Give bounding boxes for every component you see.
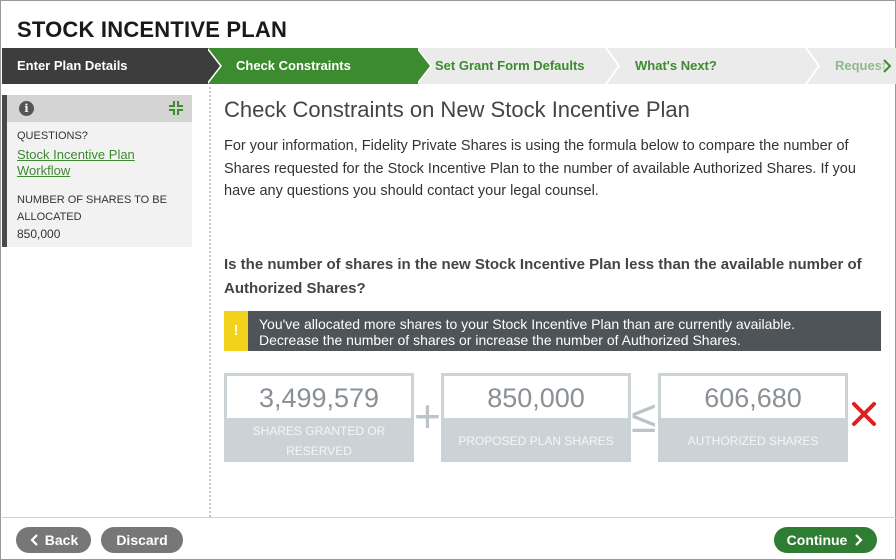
workflow-link[interactable]: Stock Incentive Plan Workflow [17, 147, 177, 179]
step-whats-next[interactable]: What's Next? [635, 48, 717, 84]
authorized-shares-label: AUTHORIZED SHARES [687, 434, 819, 448]
step-separator [206, 48, 220, 84]
discard-button[interactable]: Discard [101, 527, 183, 553]
back-label: Back [44, 532, 79, 548]
step-label: Check Constraints [236, 58, 351, 73]
chevron-right-icon [855, 534, 863, 546]
granted-shares-label: SHARES GRANTED OR RESERVED [252, 424, 386, 458]
help-sidebar: i QUESTIONS? Stock Incentive Plan Workfl… [2, 95, 192, 247]
step-label: What's Next? [635, 58, 717, 73]
shares-to-allocate-label: NUMBER OF SHARES TO BE ALLOCATED [17, 194, 167, 223]
step-enter-plan-details[interactable]: Enter Plan Details [2, 48, 214, 84]
proposed-shares-value: 850,000 [444, 376, 628, 418]
authorized-shares-value: 606,680 [661, 376, 845, 418]
authorized-shares-box: 606,680 AUTHORIZED SHARES [658, 373, 848, 462]
wizard-stepper: Enter Plan Details Check Constraints Set… [2, 48, 896, 84]
step-separator [805, 48, 821, 84]
warning-message: You've allocated more shares to your Sto… [259, 316, 795, 348]
sidebar-header: i [7, 95, 192, 122]
plus-operator: + [414, 390, 441, 442]
back-button[interactable]: Back [16, 527, 91, 553]
questions-label: QUESTIONS? [17, 130, 88, 142]
app-frame: STOCK INCENTIVE PLAN Enter Plan Details … [0, 0, 896, 560]
page-title: Check Constraints on New Stock Incentive… [224, 97, 690, 122]
step-label: Enter Plan Details [17, 58, 128, 73]
continue-button[interactable]: Continue [774, 527, 877, 553]
info-icon: i [19, 101, 34, 116]
warning-line-1: You've allocated more shares to your Sto… [259, 316, 796, 332]
footer-divider [2, 517, 896, 518]
proposed-shares-box: 850,000 PROPOSED PLAN SHARES [441, 373, 631, 462]
collapse-icon[interactable] [168, 100, 184, 116]
step-check-constraints[interactable]: Check Constraints [208, 48, 418, 84]
fail-x-icon [852, 402, 876, 426]
discard-label: Discard [116, 532, 168, 548]
constraint-question: Is the number of shares in the new Stock… [224, 256, 862, 297]
shares-to-allocate-value: 850,000 [17, 227, 61, 241]
granted-shares-value: 3,499,579 [227, 376, 411, 418]
step-label: Set Grant Form Defaults [435, 58, 585, 73]
step-separator [605, 48, 621, 84]
intro-text: For your information, Fidelity Private S… [224, 138, 856, 199]
proposed-shares-label: PROPOSED PLAN SHARES [458, 434, 614, 448]
content-divider [209, 87, 211, 517]
less-equal-operator: ≤ [631, 390, 657, 442]
warning-banner: ! You've allocated more shares to your S… [224, 311, 881, 351]
granted-shares-box: 3,499,579 SHARES GRANTED OR RESERVED [224, 373, 414, 462]
step-separator [416, 48, 430, 84]
chevron-right-icon[interactable] [881, 59, 893, 73]
app-title: STOCK INCENTIVE PLAN [17, 17, 288, 42]
warning-icon: ! [224, 311, 248, 351]
chevron-left-icon [30, 534, 38, 546]
warning-line-2: Decrease the number of shares or increas… [259, 332, 741, 348]
step-set-grant-form-defaults[interactable]: Set Grant Form Defaults [435, 48, 585, 84]
continue-label: Continue [786, 532, 848, 548]
